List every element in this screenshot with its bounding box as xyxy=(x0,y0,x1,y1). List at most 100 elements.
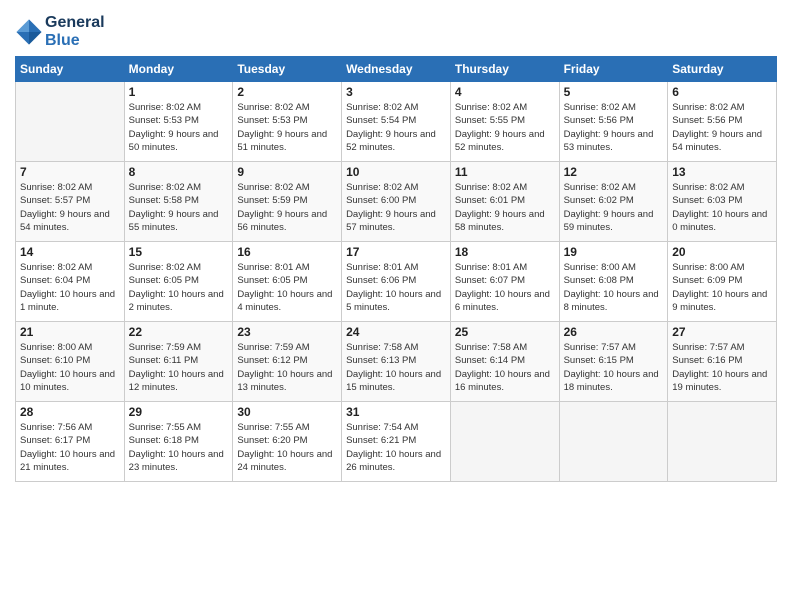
day-number: 2 xyxy=(237,85,337,99)
day-info: Sunrise: 8:02 AMSunset: 6:02 PMDaylight:… xyxy=(564,181,664,234)
day-info: Sunrise: 8:02 AMSunset: 5:56 PMDaylight:… xyxy=(564,101,664,154)
day-info: Sunrise: 8:00 AMSunset: 6:09 PMDaylight:… xyxy=(672,261,772,314)
calendar-cell: 10 Sunrise: 8:02 AMSunset: 6:00 PMDayligh… xyxy=(342,162,451,242)
calendar-week-row: 21 Sunrise: 8:00 AMSunset: 6:10 PMDayligh… xyxy=(16,322,777,402)
day-number: 5 xyxy=(564,85,664,99)
day-info: Sunrise: 7:59 AMSunset: 6:11 PMDaylight:… xyxy=(129,341,229,394)
weekday-header-friday: Friday xyxy=(559,57,668,82)
calendar-cell: 9Sunrise: 8:02 AMSunset: 5:59 PMDaylight… xyxy=(233,162,342,242)
day-number: 15 xyxy=(129,245,229,259)
day-info: Sunrise: 8:02 AMSunset: 6:03 PMDaylight:… xyxy=(672,181,772,234)
day-number: 19 xyxy=(564,245,664,259)
day-number: 25 xyxy=(455,325,555,339)
day-info: Sunrise: 8:02 AMSunset: 5:55 PMDaylight:… xyxy=(455,101,555,154)
day-number: 1 xyxy=(129,85,229,99)
calendar-cell xyxy=(668,402,777,482)
day-info: Sunrise: 8:01 AMSunset: 6:06 PMDaylight:… xyxy=(346,261,446,314)
header: General Blue xyxy=(15,10,777,50)
day-info: Sunrise: 7:56 AMSunset: 6:17 PMDaylight:… xyxy=(20,421,120,474)
calendar-cell: 1 Sunrise: 8:02 AMSunset: 5:53 PMDaylight… xyxy=(124,82,233,162)
weekday-header-wednesday: Wednesday xyxy=(342,57,451,82)
calendar-week-row: 28 Sunrise: 7:56 AMSunset: 6:17 PMDayligh… xyxy=(16,402,777,482)
weekday-header-tuesday: Tuesday xyxy=(233,57,342,82)
calendar-cell: 14 Sunrise: 8:02 AMSunset: 6:04 PMDayligh… xyxy=(16,242,125,322)
day-info: Sunrise: 7:57 AMSunset: 6:15 PMDaylight:… xyxy=(564,341,664,394)
calendar-week-row: 7 Sunrise: 8:02 AMSunset: 5:57 PMDaylight… xyxy=(16,162,777,242)
calendar-cell: 2Sunrise: 8:02 AMSunset: 5:53 PMDaylight… xyxy=(233,82,342,162)
day-info: Sunrise: 8:02 AMSunset: 6:00 PMDaylight:… xyxy=(346,181,446,234)
calendar-week-row: 14 Sunrise: 8:02 AMSunset: 6:04 PMDayligh… xyxy=(16,242,777,322)
logo-icon xyxy=(15,18,43,46)
day-number: 7 xyxy=(20,165,120,179)
page-container: General Blue SundayMondayTuesdayWednesda… xyxy=(0,0,792,492)
calendar-cell: 7 Sunrise: 8:02 AMSunset: 5:57 PMDaylight… xyxy=(16,162,125,242)
day-number: 26 xyxy=(564,325,664,339)
day-number: 10 xyxy=(346,165,446,179)
calendar-cell: 22 Sunrise: 7:59 AMSunset: 6:11 PMDayligh… xyxy=(124,322,233,402)
weekday-header-thursday: Thursday xyxy=(450,57,559,82)
day-number: 27 xyxy=(672,325,772,339)
weekday-header-saturday: Saturday xyxy=(668,57,777,82)
day-info: Sunrise: 7:57 AMSunset: 6:16 PMDaylight:… xyxy=(672,341,772,394)
day-info: Sunrise: 7:58 AMSunset: 6:13 PMDaylight:… xyxy=(346,341,446,394)
day-info: Sunrise: 8:02 AMSunset: 5:56 PMDaylight:… xyxy=(672,101,772,154)
day-number: 24 xyxy=(346,325,446,339)
calendar-cell: 13 Sunrise: 8:02 AMSunset: 6:03 PMDayligh… xyxy=(668,162,777,242)
calendar-cell: 8Sunrise: 8:02 AMSunset: 5:58 PMDaylight… xyxy=(124,162,233,242)
calendar-cell: 5 Sunrise: 8:02 AMSunset: 5:56 PMDaylight… xyxy=(559,82,668,162)
calendar-cell: 4 Sunrise: 8:02 AMSunset: 5:55 PMDaylight… xyxy=(450,82,559,162)
logo: General Blue xyxy=(15,14,105,50)
day-info: Sunrise: 7:54 AMSunset: 6:21 PMDaylight:… xyxy=(346,421,446,474)
day-info: Sunrise: 7:59 AMSunset: 6:12 PMDaylight:… xyxy=(237,341,337,394)
day-number: 14 xyxy=(20,245,120,259)
logo-text: General Blue xyxy=(45,14,105,50)
day-number: 29 xyxy=(129,405,229,419)
calendar-cell: 11 Sunrise: 8:02 AMSunset: 6:01 PMDayligh… xyxy=(450,162,559,242)
day-number: 3 xyxy=(346,85,446,99)
day-number: 12 xyxy=(564,165,664,179)
day-info: Sunrise: 8:02 AMSunset: 5:58 PMDaylight:… xyxy=(129,181,229,234)
calendar-cell: 23 Sunrise: 7:59 AMSunset: 6:12 PMDayligh… xyxy=(233,322,342,402)
calendar-table: SundayMondayTuesdayWednesdayThursdayFrid… xyxy=(15,56,777,482)
day-info: Sunrise: 7:55 AMSunset: 6:20 PMDaylight:… xyxy=(237,421,337,474)
day-number: 16 xyxy=(237,245,337,259)
calendar-cell: 25 Sunrise: 7:58 AMSunset: 6:14 PMDayligh… xyxy=(450,322,559,402)
calendar-cell: 3 Sunrise: 8:02 AMSunset: 5:54 PMDaylight… xyxy=(342,82,451,162)
calendar-cell xyxy=(16,82,125,162)
calendar-week-row: 1 Sunrise: 8:02 AMSunset: 5:53 PMDaylight… xyxy=(16,82,777,162)
day-info: Sunrise: 7:58 AMSunset: 6:14 PMDaylight:… xyxy=(455,341,555,394)
calendar-cell: 15Sunrise: 8:02 AMSunset: 6:05 PMDayligh… xyxy=(124,242,233,322)
day-number: 20 xyxy=(672,245,772,259)
day-number: 13 xyxy=(672,165,772,179)
weekday-header-row: SundayMondayTuesdayWednesdayThursdayFrid… xyxy=(16,57,777,82)
calendar-cell: 28 Sunrise: 7:56 AMSunset: 6:17 PMDayligh… xyxy=(16,402,125,482)
day-info: Sunrise: 8:02 AMSunset: 5:53 PMDaylight:… xyxy=(129,101,229,154)
calendar-cell: 19Sunrise: 8:00 AMSunset: 6:08 PMDayligh… xyxy=(559,242,668,322)
day-number: 28 xyxy=(20,405,120,419)
day-info: Sunrise: 8:02 AMSunset: 6:04 PMDaylight:… xyxy=(20,261,120,314)
day-number: 17 xyxy=(346,245,446,259)
day-number: 22 xyxy=(129,325,229,339)
day-info: Sunrise: 8:00 AMSunset: 6:10 PMDaylight:… xyxy=(20,341,120,394)
day-number: 21 xyxy=(20,325,120,339)
day-number: 18 xyxy=(455,245,555,259)
calendar-cell: 29 Sunrise: 7:55 AMSunset: 6:18 PMDayligh… xyxy=(124,402,233,482)
calendar-cell: 20 Sunrise: 8:00 AMSunset: 6:09 PMDayligh… xyxy=(668,242,777,322)
weekday-header-monday: Monday xyxy=(124,57,233,82)
calendar-cell: 31Sunrise: 7:54 AMSunset: 6:21 PMDayligh… xyxy=(342,402,451,482)
calendar-cell: 21 Sunrise: 8:00 AMSunset: 6:10 PMDayligh… xyxy=(16,322,125,402)
day-info: Sunrise: 7:55 AMSunset: 6:18 PMDaylight:… xyxy=(129,421,229,474)
day-number: 11 xyxy=(455,165,555,179)
day-number: 23 xyxy=(237,325,337,339)
day-info: Sunrise: 8:02 AMSunset: 5:54 PMDaylight:… xyxy=(346,101,446,154)
calendar-cell: 12 Sunrise: 8:02 AMSunset: 6:02 PMDayligh… xyxy=(559,162,668,242)
weekday-header-sunday: Sunday xyxy=(16,57,125,82)
day-info: Sunrise: 8:01 AMSunset: 6:07 PMDaylight:… xyxy=(455,261,555,314)
calendar-cell: 6Sunrise: 8:02 AMSunset: 5:56 PMDaylight… xyxy=(668,82,777,162)
day-number: 30 xyxy=(237,405,337,419)
calendar-cell xyxy=(450,402,559,482)
day-info: Sunrise: 8:02 AMSunset: 5:57 PMDaylight:… xyxy=(20,181,120,234)
day-number: 4 xyxy=(455,85,555,99)
day-info: Sunrise: 8:02 AMSunset: 6:01 PMDaylight:… xyxy=(455,181,555,234)
day-number: 9 xyxy=(237,165,337,179)
